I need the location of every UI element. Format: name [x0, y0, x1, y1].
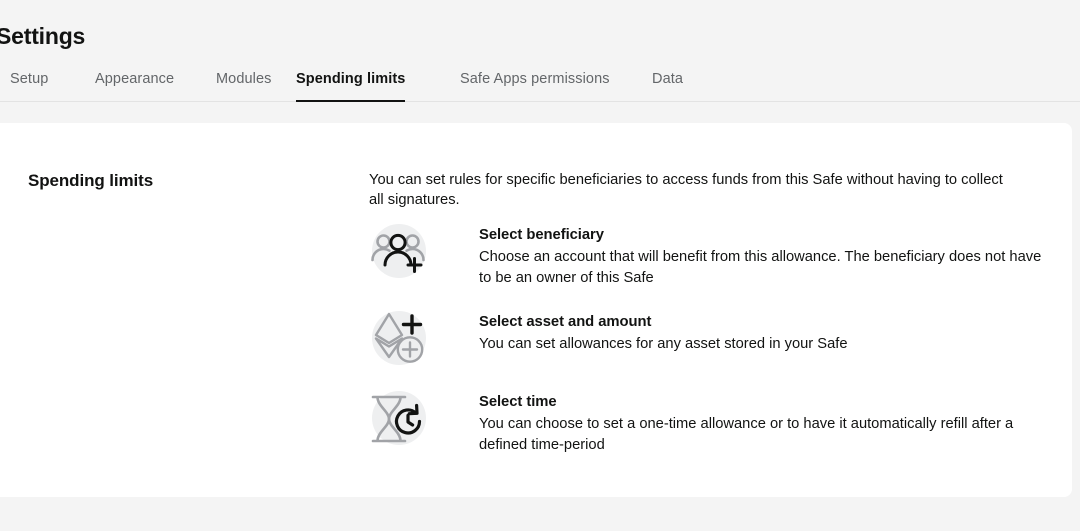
tab-safe-apps-permissions[interactable]: Safe Apps permissions: [460, 56, 610, 101]
settings-tabbar: Setup Appearance Modules Spending limits…: [0, 56, 1080, 102]
feature-description: You can choose to set a one-time allowan…: [479, 416, 1014, 453]
feature-text: Select beneficiary Choose an account tha…: [479, 223, 1059, 288]
tab-setup[interactable]: Setup: [10, 56, 48, 101]
spending-limits-card: Spending limits You can set rules for sp…: [0, 123, 1072, 497]
tab-data[interactable]: Data: [652, 56, 683, 101]
section-title: Spending limits: [28, 171, 154, 191]
feature-list: Select beneficiary Choose an account tha…: [369, 223, 1059, 455]
feature-description: Choose an account that will benefit from…: [479, 249, 1042, 286]
feature-description: You can set allowances for any asset sto…: [479, 336, 848, 352]
page-title: Settings: [0, 23, 86, 50]
feature-text: Select asset and amount You can set allo…: [479, 310, 1059, 355]
feature-title: Select beneficiary: [479, 227, 604, 243]
tab-modules[interactable]: Modules: [216, 56, 272, 101]
hourglass-refresh-icon: [369, 390, 427, 448]
feature-text: Select time You can choose to set a one-…: [479, 390, 1059, 455]
feature-title: Select time: [479, 394, 557, 410]
feature-item: Select asset and amount You can set allo…: [369, 310, 1059, 368]
section-intro-text: You can set rules for specific beneficia…: [369, 171, 1003, 209]
settings-page: Settings Setup Appearance Modules Spendi…: [0, 0, 1080, 531]
ethereum-add-icon: [369, 310, 427, 368]
tab-spending-limits[interactable]: Spending limits: [296, 56, 406, 102]
people-add-icon: [369, 223, 427, 281]
tab-appearance[interactable]: Appearance: [95, 56, 174, 101]
feature-title: Select asset and amount: [479, 314, 652, 330]
feature-item: Select beneficiary Choose an account tha…: [369, 223, 1059, 288]
feature-item: Select time You can choose to set a one-…: [369, 390, 1059, 455]
